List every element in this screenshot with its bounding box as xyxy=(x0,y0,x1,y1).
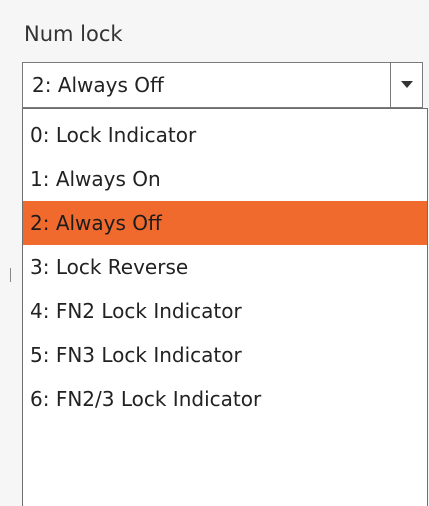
option-fn2-3-lock-indicator[interactable]: 6: FN2/3 Lock Indicator xyxy=(23,377,427,421)
num-lock-options-list[interactable]: 0: Lock Indicator 1: Always On 2: Always… xyxy=(22,108,428,506)
num-lock-label: Num lock xyxy=(24,22,123,46)
option-fn2-lock-indicator[interactable]: 4: FN2 Lock Indicator xyxy=(23,289,427,333)
option-lock-reverse[interactable]: 3: Lock Reverse xyxy=(23,245,427,289)
option-lock-indicator[interactable]: 0: Lock Indicator xyxy=(23,113,427,157)
settings-panel: Num lock 2: Always Off 0: Lock Indicator… xyxy=(0,0,429,506)
dropdown-toggle-button[interactable] xyxy=(390,63,422,107)
num-lock-select[interactable]: 2: Always Off xyxy=(22,62,423,108)
option-always-off[interactable]: 2: Always Off xyxy=(23,201,427,245)
num-lock-selected-value: 2: Always Off xyxy=(32,73,164,97)
option-fn3-lock-indicator[interactable]: 5: FN3 Lock Indicator xyxy=(23,333,427,377)
chevron-down-icon xyxy=(401,81,413,88)
option-always-on[interactable]: 1: Always On xyxy=(23,157,427,201)
background-divider xyxy=(10,268,11,282)
